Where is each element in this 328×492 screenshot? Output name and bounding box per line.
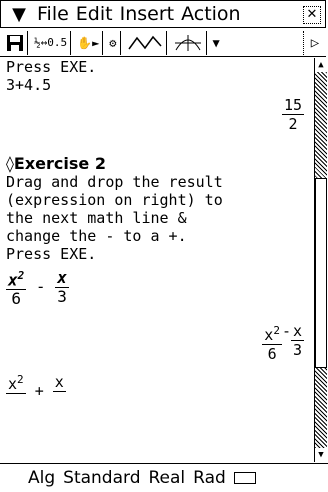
graph-type-icon[interactable] [170,30,207,55]
fraction: x 3 [55,268,69,307]
close-icon[interactable]: ✕ [303,6,321,24]
vertical-scrollbar[interactable]: ▲ ▼ [314,58,327,462]
menu-bar: ▼ File Edit Insert Action ✕ [0,0,326,28]
operator: - [281,322,291,341]
exercise-title: ◊Exercise 2 [6,154,106,173]
fraction: 15 2 [281,96,304,133]
status-mode-alg[interactable]: Alg [28,468,55,488]
status-mode-rad[interactable]: Rad [193,468,226,488]
menu-file[interactable]: File [37,3,69,25]
result-output[interactable]: 15 2 [6,96,312,133]
math-input[interactable]: 3+4.5 [6,76,312,94]
denominator: 2 [288,115,298,133]
dropdown-icon[interactable]: ▼ [210,31,223,55]
scroll-right-icon[interactable]: ▷ [303,31,326,55]
save-icon[interactable] [3,30,28,55]
instruction-line: Drag and drop the result [6,173,223,191]
status-mode-real[interactable]: Real [149,468,186,488]
numerator: 15 [281,96,304,115]
status-mode-standard[interactable]: Standard [63,468,140,488]
result-output[interactable]: x2 6 - x 3 [6,322,312,363]
fraction: x 3 [290,322,304,360]
toolbar: ½↔0.5 ✋► ⚙ ▼ ▷ [0,29,326,57]
instruction-line: (expression on right) to [6,191,223,209]
status-bar: Alg Standard Real Rad [0,463,328,491]
text-line: Press EXE. [6,58,97,76]
scroll-thumb[interactable] [315,178,327,368]
menu-insert[interactable]: Insert [120,3,175,25]
instruction-line: Press EXE. [6,245,97,263]
fraction: x [52,373,66,393]
scroll-down-icon[interactable]: ▼ [315,448,327,462]
instruction-line: change the - to a +. [6,227,187,245]
instruction-line: the next math line & [6,209,187,227]
format-icon[interactable]: ⚙ [106,30,121,55]
operator: - [35,277,46,297]
main-workspace[interactable]: Press EXE. 3+4.5 15 2 ◊Exercise 2 Drag a… [0,58,312,458]
math-input[interactable]: x2 + x [6,371,312,412]
scroll-up-icon[interactable]: ▲ [315,58,327,72]
stylus-icon[interactable]: ✋► [74,30,104,55]
fraction: x2 6 [262,324,282,364]
battery-icon [233,471,256,484]
menu-edit[interactable]: Edit [76,3,113,25]
fraction: x2 [6,373,26,395]
operator: + [34,382,44,401]
menu-dropdown-icon[interactable]: ▼ [1,4,37,25]
math-input[interactable]: x2 6 - x 3 [6,267,312,308]
menu-action[interactable]: Action [181,3,241,25]
fraction: x2 6 [6,269,27,309]
fraction-decimal-icon[interactable]: ½↔0.5 [31,30,72,55]
graph-icon[interactable] [124,30,167,55]
